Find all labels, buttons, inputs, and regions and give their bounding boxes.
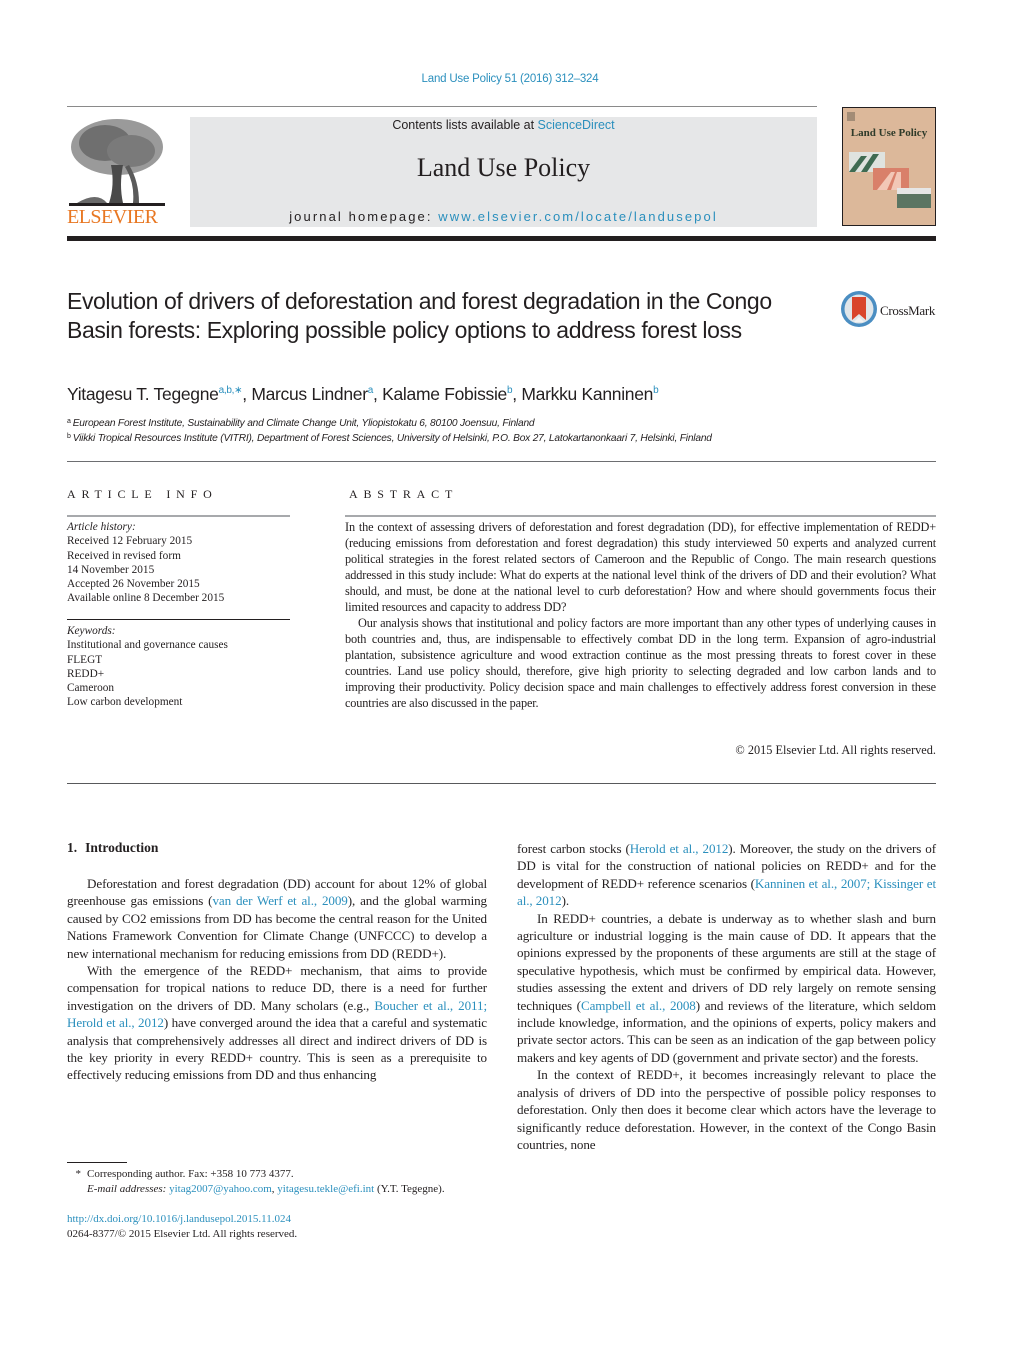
- abstract-heading: ABSTRACT: [349, 487, 459, 501]
- cover-title: Land Use Policy: [850, 127, 928, 139]
- divider: [67, 783, 936, 784]
- email-owner: (Y.T. Tegegne).: [374, 1183, 445, 1195]
- citation-link[interactable]: Herold et al., 2012: [630, 841, 729, 856]
- author-affiliation-sup[interactable]: b: [507, 385, 513, 396]
- divider: [67, 461, 936, 462]
- section-title: Introduction: [85, 840, 159, 855]
- email-link[interactable]: yitagesu.tekle@efi.int: [277, 1183, 374, 1195]
- citation-link[interactable]: van der Werf et al., 2009: [212, 893, 347, 908]
- homepage-label: journal homepage:: [289, 209, 439, 224]
- author-name[interactable]: Yitagesu T. Tegegne: [67, 384, 219, 404]
- history-item: Accepted 26 November 2015: [67, 578, 200, 591]
- email-link[interactable]: yitag2007@yahoo.com: [169, 1183, 272, 1195]
- body-column-right: forest carbon stocks (Herold et al., 201…: [517, 840, 936, 1153]
- affiliation: b Viikki Tropical Resources Institute (VI…: [67, 433, 937, 444]
- paragraph-text: In the context of REDD+, it becomes incr…: [517, 1067, 936, 1152]
- corresponding-text: Corresponding author. Fax: +358 10 773 4…: [87, 1168, 294, 1180]
- affiliation-label: b: [67, 433, 71, 440]
- abstract-paragraph: In the context of assessing drivers of d…: [345, 520, 936, 614]
- sciencedirect-link[interactable]: ScienceDirect: [538, 118, 615, 132]
- keywords-label: Keywords:: [67, 625, 116, 637]
- affiliation-label: a: [67, 418, 71, 425]
- keyword: FLEGT: [67, 653, 103, 666]
- keywords: Keywords: Institutional and governance c…: [67, 624, 292, 710]
- body-paragraph: forest carbon stocks (Herold et al., 201…: [517, 840, 936, 910]
- history-item: Available online 8 December 2015: [67, 592, 225, 605]
- history-item: Received in revised form: [67, 549, 181, 562]
- abstract-paragraph: Our analysis shows that institutional an…: [345, 616, 936, 710]
- section-heading: 1. Introduction: [67, 840, 158, 856]
- author-affiliation-sup[interactable]: a: [368, 385, 374, 396]
- article-title: Evolution of drivers of deforestation an…: [67, 288, 772, 343]
- divider: [67, 619, 290, 620]
- contents-line: Contents lists available at ScienceDirec…: [190, 118, 817, 132]
- journal-homepage-line: journal homepage: www.elsevier.com/locat…: [190, 209, 817, 224]
- journal-homepage-link[interactable]: www.elsevier.com/locate/landusepol: [438, 209, 718, 224]
- abstract-copyright: © 2015 Elsevier Ltd. All rights reserved…: [735, 743, 936, 757]
- body-column-left: Deforestation and forest degradation (DD…: [67, 875, 487, 1084]
- elsevier-mini-icon: [847, 112, 855, 121]
- author-name[interactable]: Marcus Lindner: [251, 384, 368, 404]
- author-name[interactable]: Kalame Fobissie: [382, 384, 507, 404]
- citation-link[interactable]: Campbell et al., 2008: [581, 998, 696, 1013]
- header-rule: [67, 106, 817, 107]
- affiliation-text: European Forest Institute, Sustainabilit…: [72, 418, 535, 429]
- divider: [67, 515, 290, 517]
- abstract-body: In the context of assessing drivers of d…: [345, 519, 936, 711]
- journal-banner: Contents lists available at ScienceDirec…: [190, 117, 817, 227]
- author-name[interactable]: Markku Kanninen: [521, 384, 653, 404]
- contents-prefix: Contents lists available at: [392, 118, 538, 132]
- keyword: Low carbon development: [67, 696, 183, 709]
- doi-link[interactable]: http://dx.doi.org/10.1016/j.landusepol.2…: [67, 1213, 291, 1225]
- paragraph-text: ).: [561, 893, 570, 909]
- elsevier-wordmark[interactable]: ELSEVIER: [67, 206, 167, 229]
- body-paragraph: In the context of REDD+, it becomes incr…: [517, 1066, 936, 1153]
- affiliation: a European Forest Institute, Sustainabili…: [67, 418, 937, 429]
- history-item: 14 November 2015: [67, 563, 155, 576]
- keyword: Cameroon: [67, 682, 115, 695]
- footnote-star: *: [75, 1168, 82, 1180]
- footnotes: * Corresponding author. Fax: +358 10 773 …: [67, 1167, 507, 1197]
- header-thick-rule: [67, 236, 936, 241]
- article-history: Article history: Received 12 February 20…: [67, 520, 292, 606]
- author-affiliation-sup[interactable]: a,b,∗: [219, 385, 243, 396]
- divider: [345, 515, 936, 517]
- issn-copyright: 0264-8377/© 2015 Elsevier Ltd. All right…: [67, 1228, 298, 1240]
- author-affiliation-sup[interactable]: b: [653, 385, 659, 396]
- cover-photos-icon: [849, 152, 931, 208]
- footnote-rule: [67, 1162, 127, 1163]
- body-paragraph: Deforestation and forest degradation (DD…: [67, 875, 487, 962]
- doi-block: http://dx.doi.org/10.1016/j.landusepol.2…: [67, 1212, 507, 1242]
- corresponding-author-note: * Corresponding author. Fax: +358 10 773 …: [67, 1167, 507, 1182]
- email-line: E-mail addresses: yitag2007@yahoo.com, y…: [67, 1182, 507, 1197]
- body-paragraph: In REDD+ countries, a debate is underway…: [517, 910, 936, 1067]
- crossmark-label[interactable]: CrossMark: [880, 303, 935, 319]
- affiliation-text: Viikki Tropical Resources Institute (VIT…: [72, 433, 712, 444]
- journal-cover-thumbnail[interactable]: Land Use Policy: [842, 107, 936, 226]
- journal-citation-link[interactable]: Land Use Policy 51 (2016) 312–324: [0, 73, 1020, 85]
- email-label: E-mail addresses:: [87, 1183, 167, 1195]
- article-info-heading: ARTICLE INFO: [67, 487, 218, 501]
- history-label: Article history:: [67, 521, 136, 533]
- body-paragraph: With the emergence of the REDD+ mechanis…: [67, 962, 487, 1084]
- journal-name: Land Use Policy: [416, 153, 591, 182]
- crossmark-icon[interactable]: [840, 290, 878, 328]
- history-item: Received 12 February 2015: [67, 535, 193, 548]
- paragraph-text: forest carbon stocks (: [517, 841, 630, 856]
- author-list: Yitagesu T. Tegegnea,b,∗, Marcus Lindner…: [67, 384, 659, 404]
- section-number: 1.: [67, 840, 78, 855]
- keyword: REDD+: [67, 667, 105, 680]
- keyword: Institutional and governance causes: [67, 639, 228, 652]
